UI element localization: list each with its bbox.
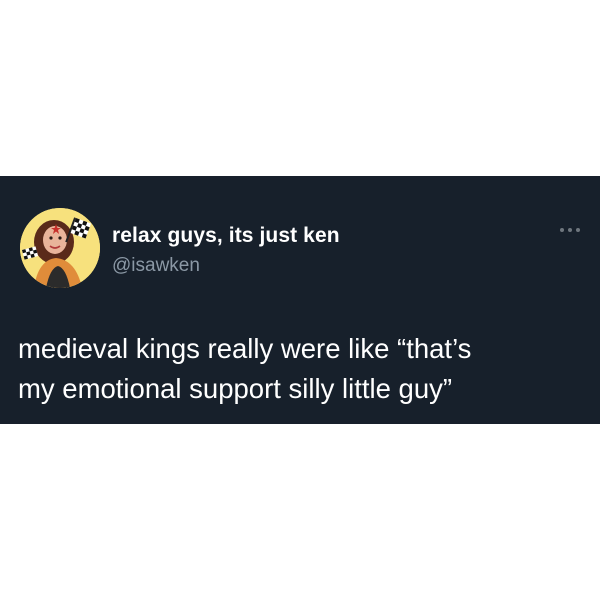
more-options-icon	[560, 228, 580, 232]
more-options-button[interactable]	[552, 220, 588, 240]
page: relax guys, its just ken @isawken mediev…	[0, 0, 600, 600]
tweet-card: relax guys, its just ken @isawken mediev…	[0, 176, 600, 424]
user-avatar-photo-icon	[20, 208, 100, 288]
display-name[interactable]: relax guys, its just ken	[112, 224, 340, 248]
avatar[interactable]	[20, 208, 100, 288]
user-handle[interactable]: @isawken	[112, 255, 200, 277]
tweet-text: medieval kings really were like “that’s …	[18, 333, 472, 404]
